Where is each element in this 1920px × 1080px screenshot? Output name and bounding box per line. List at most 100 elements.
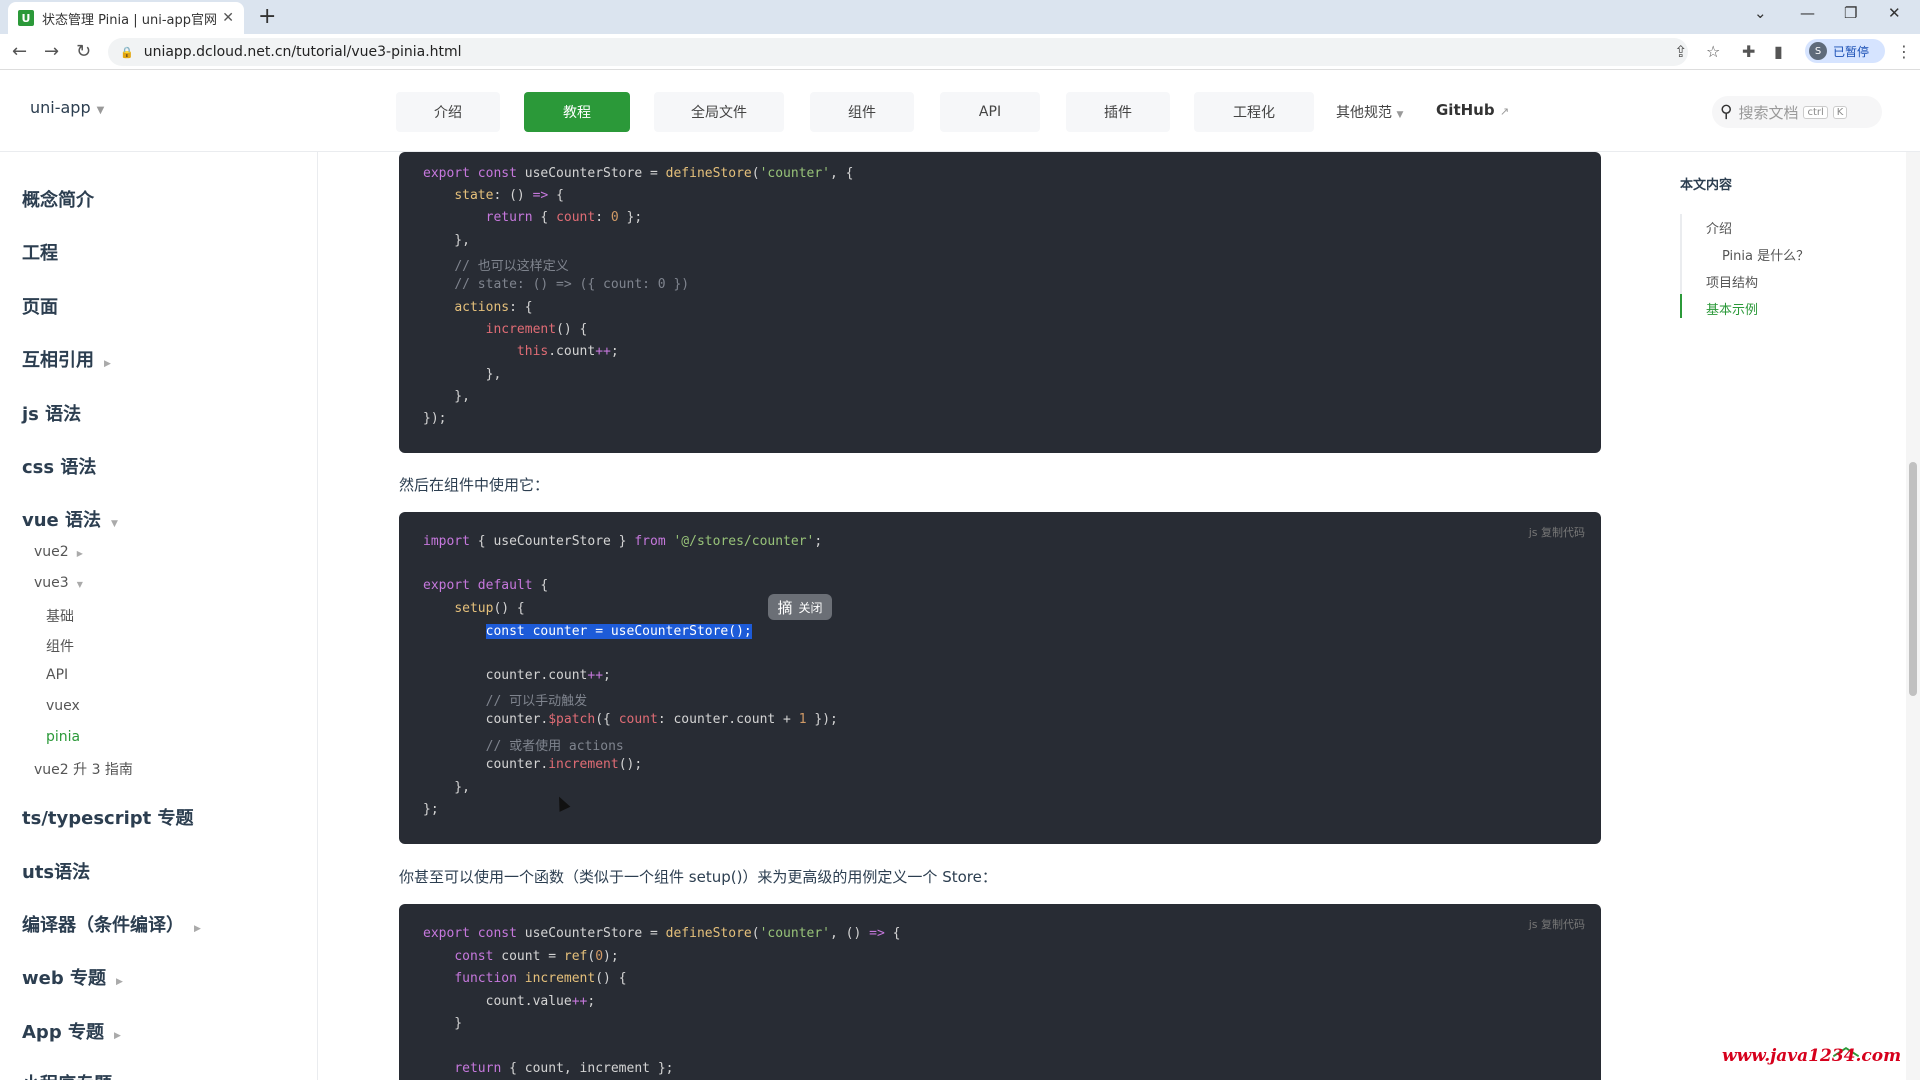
bookmark-star-icon[interactable]: ☆ <box>1706 42 1720 61</box>
browser-toolbar: ← → ↻ 🔒 uniapp.dcloud.net.cn/tutorial/vu… <box>0 34 1920 70</box>
sidebar-item-uts[interactable]: uts语法 <box>22 858 90 884</box>
reload-icon[interactable]: ↻ <box>76 41 91 62</box>
sidebar-item-pinia[interactable]: pinia <box>46 729 80 745</box>
excerpt-button[interactable]: 摘 <box>777 597 792 618</box>
page-scrollbar[interactable] <box>1906 152 1920 1080</box>
chevron-down-icon: ▼ <box>76 580 83 589</box>
sidebar-item-miniprogram[interactable]: 小程序专题 <box>22 1070 112 1080</box>
tab-list-icon[interactable]: ⌄ <box>1754 4 1767 22</box>
code-line: counter.increment(); <box>423 757 643 772</box>
profile-button[interactable]: S 已暂停 <box>1805 39 1885 63</box>
copy-code-button[interactable]: js 复制代码 <box>1529 916 1585 932</box>
code-line: counter.$patch({ count: counter.count + … <box>423 712 838 727</box>
sidebar-item-project[interactable]: 工程 <box>22 239 58 265</box>
sidebar-item-label: App 专题 <box>22 1022 104 1043</box>
code-line: }, <box>423 233 470 248</box>
sidebar-item-vue[interactable]: vue 语法 ▼ <box>22 506 118 532</box>
menu-kebab-icon[interactable]: ⋮ <box>1896 42 1912 61</box>
sidebar-item-css[interactable]: css 语法 <box>22 453 96 479</box>
code-line: const count = ref(0); <box>454 949 619 964</box>
sidebar-sub-label: vue3 <box>34 575 69 591</box>
selection-popup[interactable]: 摘 关闭 <box>768 594 832 620</box>
sidebar-sub-label: vue2 <box>34 544 69 560</box>
search-placeholder: 搜索文档 <box>1738 103 1799 122</box>
chevron-right-icon: ▶ <box>76 549 83 558</box>
sidebar-item-page[interactable]: 页面 <box>22 293 58 319</box>
code-line: }, <box>423 367 502 382</box>
minimize-icon[interactable]: — <box>1800 4 1815 22</box>
code-line: return { count, increment }; <box>454 1061 674 1076</box>
sidebar-item-vue2-to-3[interactable]: vue2 升 3 指南 <box>34 759 133 779</box>
nav-components[interactable]: 组件 <box>810 92 914 132</box>
sidebar-item-references[interactable]: 互相引用 ▶ <box>22 346 111 372</box>
sidebar-item-vuex[interactable]: vuex <box>46 698 80 714</box>
nav-plugins[interactable]: 插件 <box>1066 92 1170 132</box>
sidebar-item-vue3[interactable]: vue3 ▼ <box>34 575 83 591</box>
code-line: export const useCounterStore = defineSto… <box>423 926 901 941</box>
sidepanel-icon[interactable]: ▮ <box>1774 42 1783 61</box>
code-line: setup() { <box>454 601 525 616</box>
paragraph-setup-store: 你甚至可以使用一个函数（类似于一个组件 setup()）来为更高级的用例定义一个… <box>399 868 997 886</box>
sidebar-item-basics[interactable]: 基础 <box>46 606 74 626</box>
lock-icon: 🔒 <box>120 45 134 59</box>
search-box[interactable]: ⚲ 搜索文档 ctrl K <box>1712 96 1882 128</box>
chevron-down-icon: ▼ <box>111 519 118 529</box>
sidebar-item-concepts[interactable]: 概念简介 <box>22 186 94 212</box>
brand-name: uni-app <box>30 98 91 117</box>
extensions-icon[interactable]: ✚ <box>1742 42 1755 61</box>
close-tab-icon[interactable]: ✕ <box>222 10 234 26</box>
copy-code-button[interactable]: js 复制代码 <box>1529 524 1585 540</box>
code-line: export const useCounterStore = defineSto… <box>423 166 854 181</box>
external-link-icon: ↗ <box>1499 105 1510 118</box>
code-line: import { useCounterStore } from '@/store… <box>423 534 823 549</box>
toc-active-indicator <box>1680 294 1682 318</box>
table-of-contents: 本文内容 介绍 Pinia 是什么？ 项目结构 基本示例 <box>1680 168 1900 328</box>
sidebar-item-compiler[interactable]: 编译器（条件编译） ▶ <box>22 911 201 937</box>
code-line: counter.count++; <box>423 668 611 683</box>
restore-icon[interactable]: ❐ <box>1844 4 1857 22</box>
code-block-component: js 复制代码 import { useCounterStore } from … <box>399 512 1601 844</box>
toc-item-basic-example[interactable]: 基本示例 <box>1706 299 1758 318</box>
sidebar-item-label: vue 语法 <box>22 510 102 531</box>
close-window-icon[interactable]: ✕ <box>1888 4 1901 22</box>
forward-icon[interactable]: → <box>44 41 59 62</box>
code-line: }); <box>423 411 447 426</box>
brand-dropdown[interactable]: uni-app ▼ <box>30 98 104 117</box>
sidebar-item-components[interactable]: 组件 <box>46 636 74 656</box>
address-bar[interactable]: 🔒 uniapp.dcloud.net.cn/tutorial/vue3-pin… <box>108 38 1688 66</box>
sidebar-item-web[interactable]: web 专题 ▶ <box>22 964 123 990</box>
sidebar-item-typescript[interactable]: ts/typescript 专题 <box>22 804 194 830</box>
sidebar-item-api[interactable]: API <box>46 667 68 683</box>
browser-tab[interactable]: U 状态管理 Pinia | uni-app官网 ✕ <box>8 2 244 34</box>
code-line: this.count++; <box>516 344 619 359</box>
share-icon[interactable]: ⇪ <box>1674 42 1687 61</box>
browser-tab-bar: U 状态管理 Pinia | uni-app官网 ✕ + ⌄ — ❐ ✕ <box>0 0 1920 34</box>
nav-engineering[interactable]: 工程化 <box>1194 92 1314 132</box>
nav-other-specs-label: 其他规范 <box>1336 105 1392 121</box>
scrollbar-thumb[interactable] <box>1909 462 1917 696</box>
new-tab-icon[interactable]: + <box>258 4 276 29</box>
sidebar-item-app[interactable]: App 专题 ▶ <box>22 1018 121 1044</box>
toc-item-project-structure[interactable]: 项目结构 <box>1706 272 1758 291</box>
code-line: } <box>423 1016 463 1031</box>
nav-github[interactable]: GitHub ↗ <box>1436 101 1509 119</box>
toc-item-what-is-pinia[interactable]: Pinia 是什么？ <box>1722 245 1809 264</box>
chevron-right-icon: ▶ <box>113 1031 121 1041</box>
code-block-store: export const useCounterStore = defineSto… <box>399 152 1601 453</box>
nav-api[interactable]: API <box>940 92 1040 132</box>
code-line: function increment() { <box>454 971 627 986</box>
code-line: export default { <box>423 578 549 593</box>
chevron-right-icon: ▶ <box>104 359 111 369</box>
url-text: uniapp.dcloud.net.cn/tutorial/vue3-pinia… <box>143 44 462 60</box>
code-line: count.value++; <box>423 994 596 1009</box>
code-line: // state: () => ({ count: 0 }) <box>454 277 690 292</box>
back-icon[interactable]: ← <box>12 41 27 62</box>
sidebar-item-js[interactable]: js 语法 <box>22 400 81 426</box>
nav-tutorial[interactable]: 教程 <box>524 92 630 132</box>
sidebar-item-vue2[interactable]: vue2 ▶ <box>34 544 83 560</box>
nav-global-files[interactable]: 全局文件 <box>654 92 784 132</box>
toc-item-intro[interactable]: 介绍 <box>1706 218 1732 237</box>
nav-other-specs[interactable]: 其他规范 ▼ <box>1336 102 1403 122</box>
nav-intro[interactable]: 介绍 <box>396 92 500 132</box>
close-popup-button[interactable]: 关闭 <box>799 599 823 616</box>
